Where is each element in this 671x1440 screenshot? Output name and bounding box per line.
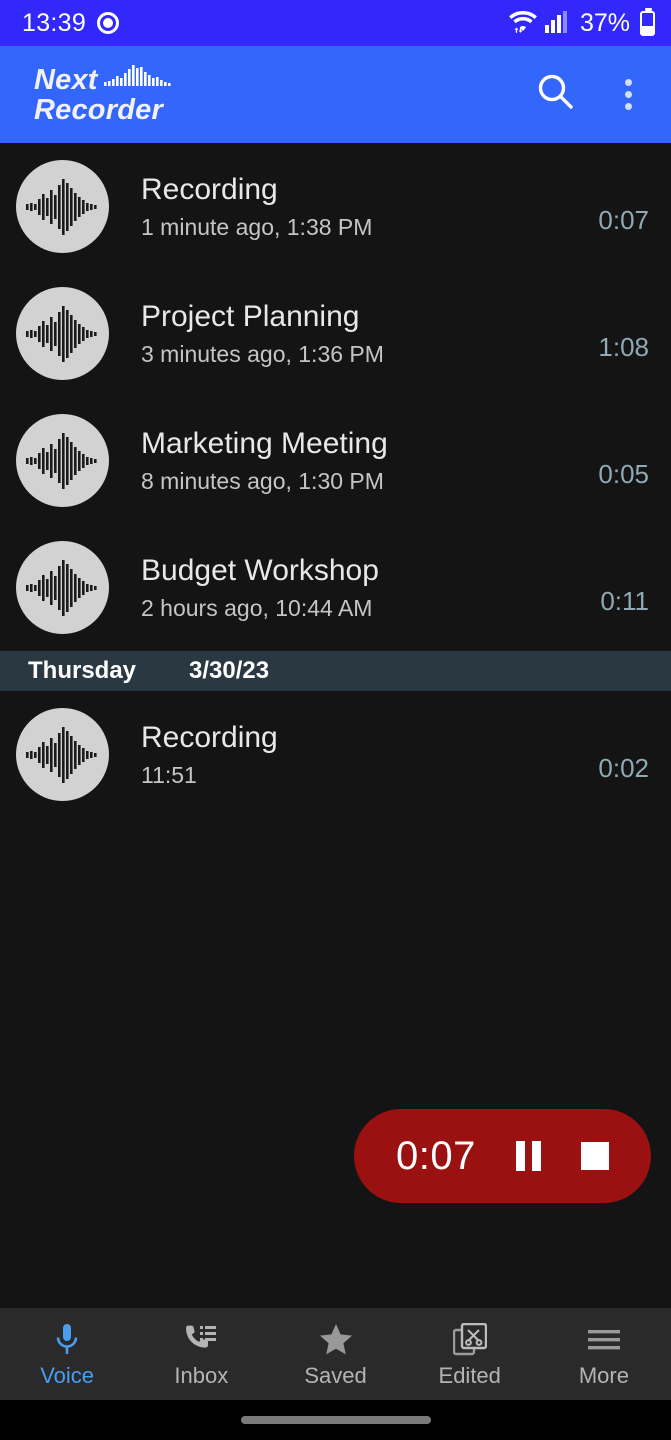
app-logo-row: Next (34, 63, 174, 96)
recording-row-3[interactable]: Budget Workshop 2 hours ago, 10:44 AM 0:… (0, 524, 671, 651)
recording-subtitle: 2 hours ago, 10:44 AM (141, 595, 373, 622)
app-bar: Next Recorder (0, 46, 671, 143)
stop-button[interactable] (580, 1142, 609, 1170)
recording-info: Recording 11:51 (109, 721, 584, 789)
recording-controls: 0:07 (354, 1109, 651, 1203)
nav-label-edited: Edited (438, 1362, 501, 1388)
recording-duration: 0:11 (600, 586, 649, 616)
gesture-navigation-bar (0, 1400, 671, 1440)
date-separator-day: Thursday (28, 657, 137, 684)
bottom-navigation: Voice Inbox Saved Edited More (0, 1308, 671, 1400)
phone-list-icon (183, 1322, 219, 1358)
recording-row-4[interactable]: Recording 11:51 0:02 (0, 691, 671, 818)
hamburger-icon (587, 1322, 621, 1358)
recording-duration: 0:07 (598, 205, 649, 235)
battery-icon (640, 7, 655, 36)
app-logo: Next Recorder (34, 63, 174, 126)
pause-icon-bar-left (515, 1141, 525, 1171)
waveform-avatar-icon (16, 160, 109, 253)
nav-label-more: More (578, 1362, 629, 1388)
app-title-line-1: Next (34, 64, 98, 97)
date-separator: Thursday 3/30/23 (0, 651, 671, 691)
nav-label-inbox: Inbox (174, 1362, 229, 1388)
home-indicator[interactable] (240, 1416, 431, 1424)
recording-row-2[interactable]: Marketing Meeting 8 minutes ago, 1:30 PM… (0, 397, 671, 524)
recording-title: Recording (141, 172, 278, 206)
date-separator-date: 3/30/23 (189, 657, 270, 684)
overflow-menu-button[interactable] (605, 72, 651, 118)
search-button[interactable] (533, 72, 579, 118)
nav-label-voice: Voice (40, 1362, 95, 1388)
status-bar-time: 13:39 (22, 8, 87, 37)
nav-label-saved: Saved (304, 1362, 367, 1388)
status-bar: 13:39 37% (0, 0, 671, 46)
recording-row-0[interactable]: Recording 1 minute ago, 1:38 PM 0:07 (0, 143, 671, 270)
status-bar-right: 37% (508, 7, 655, 39)
recording-title: Project Planning (141, 299, 360, 333)
waveform-avatar-icon (16, 541, 109, 634)
pause-icon-bar-right (531, 1141, 541, 1171)
nav-item-saved[interactable]: Saved (268, 1322, 402, 1387)
more-vertical-icon (624, 79, 632, 110)
app-bar-actions (533, 72, 651, 118)
nav-item-inbox[interactable]: Inbox (134, 1322, 268, 1387)
recording-subtitle: 11:51 (141, 762, 197, 789)
waveform-avatar-icon (16, 287, 109, 380)
signal-bars-icon (544, 9, 567, 38)
waveform-logo-icon (103, 63, 174, 96)
scissors-docs-icon (452, 1322, 487, 1358)
microphone-icon (54, 1322, 80, 1358)
waveform-avatar-icon (16, 708, 109, 801)
recording-title: Recording (141, 720, 278, 754)
recording-info: Project Planning 3 minutes ago, 1:36 PM (109, 300, 584, 368)
app-title-line-2: Recorder (34, 94, 163, 126)
nav-item-more[interactable]: More (537, 1322, 671, 1387)
recording-info: Marketing Meeting 8 minutes ago, 1:30 PM (109, 427, 584, 495)
recording-info: Budget Workshop 2 hours ago, 10:44 AM (109, 554, 586, 622)
phone-screen: 13:39 37% Next Recorder Recording 1 minu… (0, 0, 671, 1440)
nav-item-edited[interactable]: Edited (403, 1322, 537, 1387)
recording-elapsed-time: 0:07 (396, 1133, 476, 1178)
recording-subtitle: 3 minutes ago, 1:36 PM (141, 341, 384, 368)
recording-title: Budget Workshop (141, 553, 379, 587)
recording-row-1[interactable]: Project Planning 3 minutes ago, 1:36 PM … (0, 270, 671, 397)
waveform-avatar-icon (16, 414, 109, 507)
recording-subtitle: 1 minute ago, 1:38 PM (141, 214, 373, 241)
recording-duration: 1:08 (598, 332, 649, 362)
recording-dot-icon (97, 12, 120, 34)
recording-subtitle: 8 minutes ago, 1:30 PM (141, 468, 384, 495)
pause-button[interactable] (515, 1141, 541, 1171)
recording-title: Marketing Meeting (141, 426, 388, 460)
star-icon (319, 1322, 353, 1358)
recording-duration: 0:02 (598, 753, 649, 783)
search-icon (535, 71, 577, 118)
nav-item-voice[interactable]: Voice (0, 1322, 134, 1387)
wifi-icon (508, 8, 538, 39)
recording-info: Recording 1 minute ago, 1:38 PM (109, 173, 584, 241)
battery-percent: 37% (579, 8, 630, 37)
recording-pill: 0:07 (354, 1109, 651, 1203)
recording-duration: 0:05 (598, 459, 649, 489)
